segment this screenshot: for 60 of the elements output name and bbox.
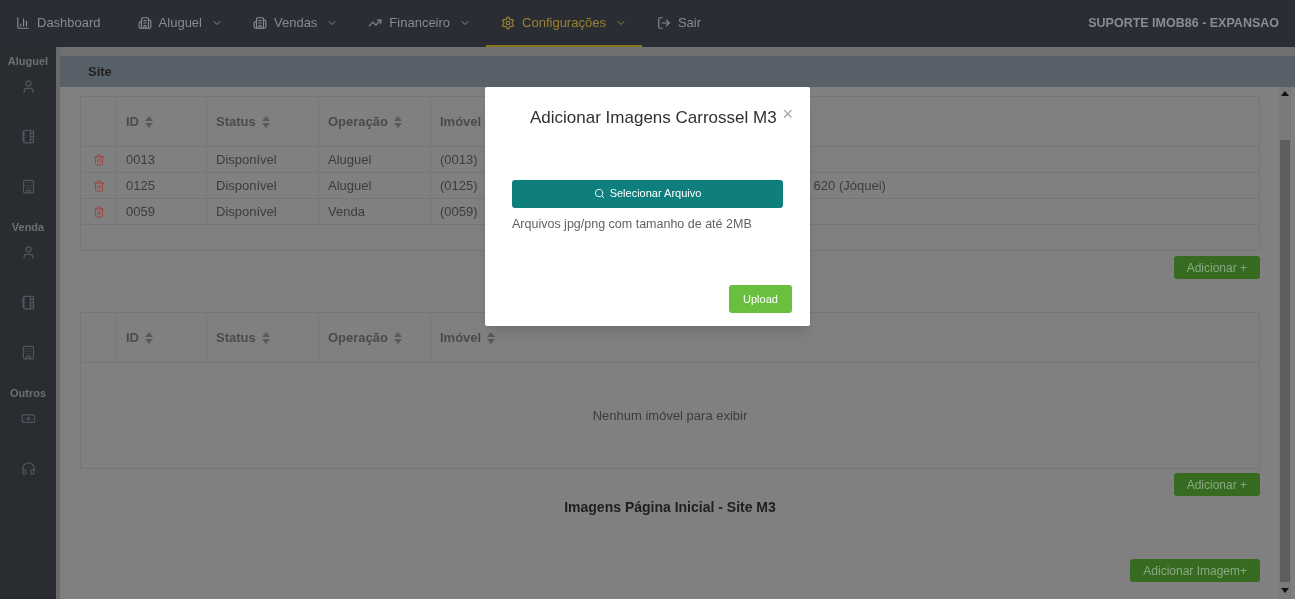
gear-icon	[501, 15, 516, 30]
notebook-icon[interactable]	[20, 295, 36, 310]
nav-item[interactable]: Financeiro	[353, 0, 487, 47]
nav-item[interactable]: Aluguel	[122, 0, 238, 47]
scroll-down-icon[interactable]	[1281, 588, 1289, 593]
table-cell-text: 0013	[126, 150, 155, 169]
nav-item[interactable]: Vendas	[238, 0, 354, 47]
sort-icon	[145, 115, 153, 128]
sidebar-section-title: Aluguel	[7, 54, 49, 69]
sort-icon	[394, 331, 402, 344]
table-cell-text: Disponível	[216, 150, 277, 169]
trash-icon[interactable]	[92, 205, 105, 218]
table-cell-text: (0125)	[440, 176, 478, 195]
scrollbar[interactable]	[1279, 87, 1291, 599]
exit-icon	[656, 15, 671, 30]
scroll-up-icon[interactable]	[1281, 91, 1289, 96]
add-image-button[interactable]: Adicionar Imagem+	[1130, 559, 1260, 582]
modal-title: Adicionar Imagens Carrossel M3	[530, 107, 777, 129]
add-button[interactable]: Adicionar +	[1173, 256, 1260, 279]
search-icon	[593, 188, 605, 199]
sort-icon	[261, 331, 270, 344]
notebook-icon[interactable]	[20, 129, 36, 144]
table-cell-text: Disponível	[216, 176, 277, 195]
table-cell-text: Aluguel	[328, 150, 372, 169]
sort-icon	[145, 331, 153, 344]
account-name: SUPORTE IMOB86 - EXPANSAO	[1088, 15, 1280, 33]
building-icon	[253, 15, 267, 30]
building-icon[interactable]	[20, 345, 36, 360]
sidebar-section-title: Outros	[9, 386, 47, 401]
headphones-icon[interactable]	[20, 461, 36, 476]
user-icon[interactable]	[20, 79, 36, 94]
table-cell-text: Venda	[328, 202, 365, 221]
sort-icon	[394, 115, 402, 128]
chart-icon	[16, 15, 30, 30]
add-button[interactable]: Adicionar +	[1173, 473, 1260, 496]
table-cell-text: (0013)	[440, 150, 478, 169]
close-button[interactable]: ×	[782, 105, 793, 123]
table-cell-text: Aluguel	[328, 176, 372, 195]
nav-item[interactable]: Dashboard	[16, 0, 123, 47]
select-file-button[interactable]: Selecionar Arquivo	[512, 179, 783, 208]
table-cell-text: 0059	[126, 202, 155, 221]
table-cell-text: (0059)	[440, 202, 478, 221]
sidebar-section-title: Venda	[11, 220, 45, 235]
table-cell-text: Disponível	[216, 202, 277, 221]
sort-icon	[487, 331, 496, 344]
upload-button[interactable]: Upload	[729, 285, 792, 314]
table-cell-text: 0125	[126, 176, 155, 195]
page-header: Site	[60, 47, 1295, 87]
money-icon[interactable]	[20, 411, 36, 426]
empty-message: Nenhum imóvel para exibir	[592, 406, 748, 425]
table-cell-text: 620 (Jóquei)	[813, 176, 886, 195]
trash-icon[interactable]	[92, 153, 105, 166]
nav-item[interactable]: Sair	[641, 0, 716, 47]
building-icon[interactable]	[20, 179, 36, 194]
section-title: Imagens Página Inicial - Site M3	[564, 498, 776, 517]
building-icon	[137, 15, 152, 30]
user-icon[interactable]	[20, 245, 36, 260]
trash-icon[interactable]	[92, 179, 105, 192]
sort-icon	[261, 115, 270, 128]
file-hint: Arquivos jpg/png com tamanho de até 2MB	[512, 215, 753, 233]
